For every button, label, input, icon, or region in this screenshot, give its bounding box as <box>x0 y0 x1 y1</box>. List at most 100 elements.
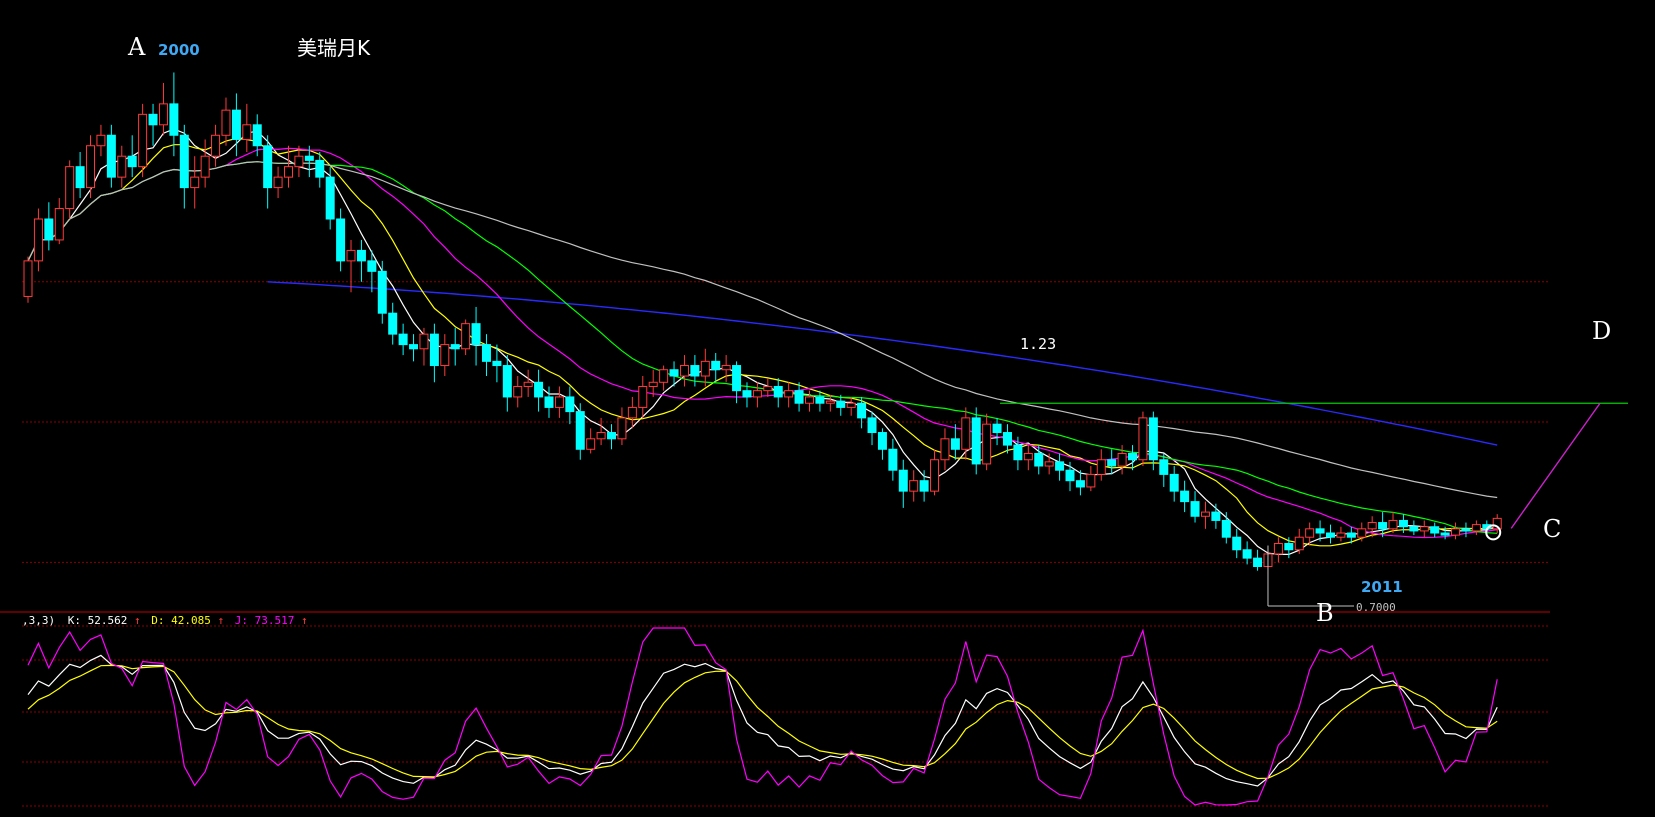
candle-body <box>336 218 346 262</box>
candle <box>33 208 43 272</box>
kdj-j-value: J: 73.517 <box>235 614 295 627</box>
candle <box>586 428 596 454</box>
grid-lines <box>0 281 1550 807</box>
candle-body <box>669 369 679 377</box>
candle-body <box>1242 549 1252 559</box>
candle <box>1461 522 1471 538</box>
candle-body <box>294 155 304 168</box>
candle-body <box>346 249 356 262</box>
candle <box>273 166 283 199</box>
level-label: 1.23 <box>1020 335 1056 353</box>
candle-body <box>919 480 929 492</box>
candle <box>429 323 439 383</box>
candle-body <box>117 155 127 178</box>
candle <box>1044 453 1054 475</box>
candle-body <box>419 333 429 350</box>
candle-body <box>502 365 512 398</box>
candle <box>86 135 96 199</box>
candle <box>575 403 585 460</box>
candle-body <box>607 432 617 440</box>
candle <box>919 470 929 502</box>
label-year-2011: 2011 <box>1361 578 1403 596</box>
candle-body <box>44 218 54 241</box>
candle-body <box>33 218 43 262</box>
candle-body <box>1002 432 1012 446</box>
candle-body <box>982 423 992 465</box>
long-ma-line <box>267 281 1498 446</box>
candle <box>1200 501 1210 529</box>
candle <box>336 208 346 272</box>
candle <box>513 376 523 408</box>
candle <box>263 135 273 209</box>
candle-body <box>784 390 794 398</box>
candle <box>971 407 981 475</box>
candle-body <box>1169 473 1179 492</box>
moving-average-lines <box>27 128 1498 555</box>
candle-body <box>1357 528 1367 538</box>
candle-body <box>492 360 502 367</box>
kdj-params: ,3,3) <box>22 614 55 627</box>
candle-body <box>1471 524 1481 532</box>
candle <box>1055 453 1065 481</box>
candle-body <box>54 208 64 241</box>
candle-body <box>930 459 940 492</box>
candle-body <box>898 469 908 492</box>
candle-body <box>565 396 575 413</box>
candle <box>877 428 887 460</box>
kdj-header: ,3,3) K: 52.562 ↑ D: 42.085 ↑ J: 73.517 … <box>22 614 308 627</box>
candle <box>1336 526 1346 542</box>
candle-body <box>846 402 856 408</box>
candle-body <box>252 124 262 147</box>
candle <box>1211 503 1221 529</box>
candle <box>138 103 148 178</box>
candle-body <box>211 134 221 157</box>
kdj-d-arrow: ↑ <box>217 614 224 627</box>
candle-body <box>575 411 585 450</box>
candle-body <box>1284 542 1294 551</box>
long-ma-path <box>267 281 1498 446</box>
candle-body <box>1138 417 1148 461</box>
candle-body <box>857 402 867 419</box>
candle-body <box>1086 473 1096 488</box>
candle-body <box>877 432 887 450</box>
candle <box>1107 449 1117 475</box>
candle <box>44 202 54 251</box>
candle <box>75 152 85 199</box>
ma-line-30 <box>27 161 1498 534</box>
candle-body <box>1326 532 1335 538</box>
candle-body <box>732 365 742 392</box>
candle-body <box>1253 557 1263 568</box>
candle-body <box>1315 528 1325 534</box>
candle <box>1294 528 1304 554</box>
candle <box>1273 537 1283 563</box>
candle-body <box>1419 526 1429 532</box>
candle-body <box>586 438 596 450</box>
candle <box>961 407 971 460</box>
candle <box>909 470 919 502</box>
label-year-2000: 2000 <box>158 41 200 59</box>
candle <box>106 124 116 188</box>
label-D: D <box>1592 317 1611 345</box>
candle-body <box>1388 519 1398 530</box>
candle <box>617 407 627 446</box>
candle <box>930 449 940 496</box>
candle-body <box>450 344 460 350</box>
candle-body <box>429 333 439 367</box>
candle <box>1169 466 1179 502</box>
candle <box>1159 453 1169 487</box>
candle-body <box>190 176 200 189</box>
candle <box>1065 461 1075 492</box>
candle <box>356 239 366 282</box>
candle-body <box>1346 532 1356 538</box>
ma-line-20 <box>27 147 1498 539</box>
candle <box>565 386 575 425</box>
candle <box>846 396 856 416</box>
kdj-line-k <box>27 654 1498 787</box>
candle-body <box>711 360 721 371</box>
candle <box>1253 549 1263 571</box>
candle <box>825 394 835 412</box>
candle-body <box>1451 528 1461 536</box>
candle-body <box>158 103 168 126</box>
candle-body <box>763 385 773 392</box>
candle <box>773 378 783 408</box>
